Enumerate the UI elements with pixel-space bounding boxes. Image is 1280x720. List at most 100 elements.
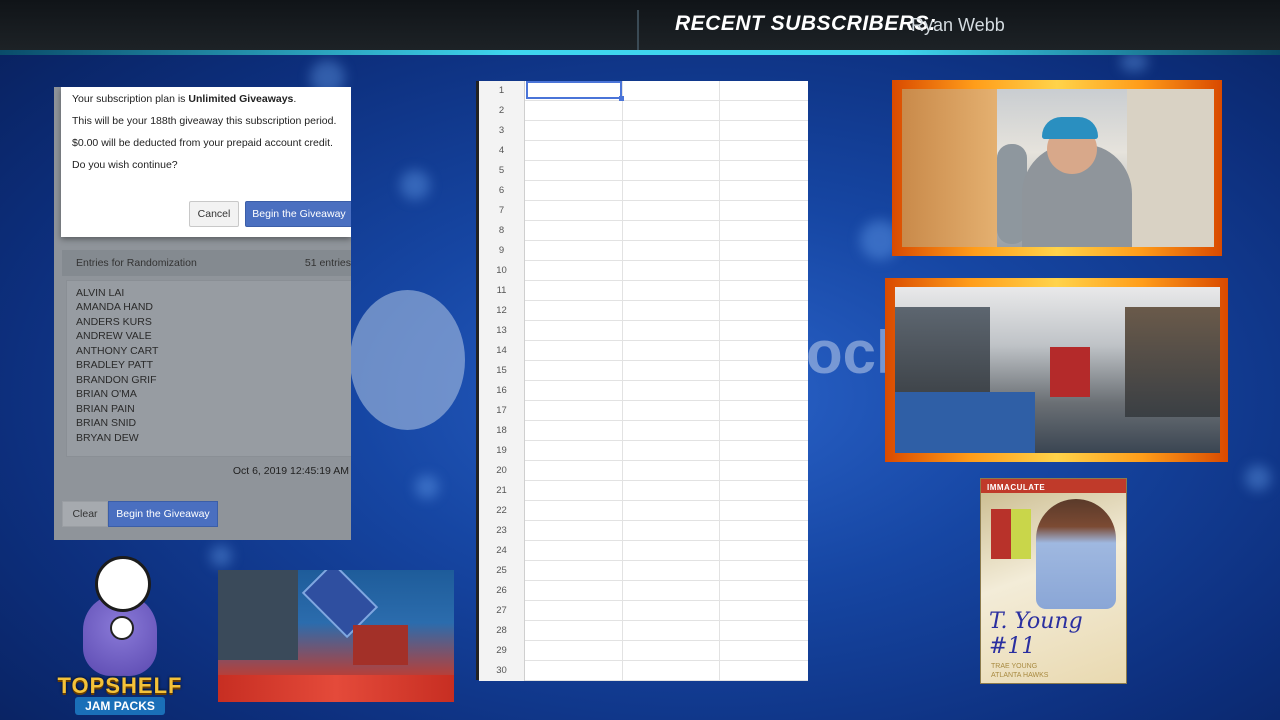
selected-cell[interactable]: [526, 81, 622, 99]
dialog-plan-line: Your subscription plan is Unlimited Give…: [72, 93, 297, 105]
sheet-row[interactable]: 21: [479, 481, 808, 501]
sheet-row[interactable]: 6: [479, 181, 808, 201]
watermark-text: ocl: [806, 319, 893, 386]
row-number[interactable]: 18: [479, 421, 525, 441]
row-number[interactable]: 5: [479, 161, 525, 181]
sheet-row[interactable]: 29: [479, 641, 808, 661]
row-number[interactable]: 13: [479, 321, 525, 341]
entries-list[interactable]: ALVIN LAI AMANDA HAND ANDERS KURS ANDREW…: [66, 280, 351, 457]
row-number[interactable]: 11: [479, 281, 525, 301]
begin-giveaway-button[interactable]: Begin the Giveaway: [108, 501, 218, 527]
entries-count: 51 entries: [304, 257, 351, 269]
player-image: [1036, 499, 1116, 609]
sheet-row[interactable]: 20: [479, 461, 808, 481]
sheet-row[interactable]: 7: [479, 201, 808, 221]
row-number[interactable]: 27: [479, 601, 525, 621]
row-number[interactable]: 23: [479, 521, 525, 541]
logo-subtitle: JAM PACKS: [75, 697, 165, 715]
row-number[interactable]: 26: [479, 581, 525, 601]
row-number[interactable]: 17: [479, 401, 525, 421]
row-number[interactable]: 7: [479, 201, 525, 221]
top-bar: [0, 0, 1280, 50]
watermark-logo-icon: [350, 290, 465, 430]
sheet-row[interactable]: 8: [479, 221, 808, 241]
row-number[interactable]: 30: [479, 661, 525, 681]
sheet-row[interactable]: 25: [479, 561, 808, 581]
sheet-row[interactable]: 30: [479, 661, 808, 681]
sheet-row[interactable]: 26: [479, 581, 808, 601]
webcam-store: [895, 287, 1220, 453]
sheet-row[interactable]: 11: [479, 281, 808, 301]
sheet-row[interactable]: 5: [479, 161, 808, 181]
row-number[interactable]: 20: [479, 461, 525, 481]
confirm-dialog: Your subscription plan is Unlimited Give…: [61, 87, 351, 237]
row-number[interactable]: 21: [479, 481, 525, 501]
logo-brand: TOPSHELF: [57, 673, 183, 698]
randomizer-panel: Your subscription plan is Unlimited Give…: [54, 87, 351, 540]
row-number[interactable]: 29: [479, 641, 525, 661]
row-number[interactable]: 16: [479, 381, 525, 401]
store-counter: [895, 392, 1035, 453]
row-number[interactable]: 10: [479, 261, 525, 281]
bokeh-light: [1245, 465, 1271, 491]
card-brand: IMMACULATE: [987, 483, 1046, 492]
sheet-row[interactable]: 15: [479, 361, 808, 381]
bokeh-light: [400, 170, 430, 200]
sheet-row[interactable]: 27: [479, 601, 808, 621]
sheet-row[interactable]: 17: [479, 401, 808, 421]
dialog-begin-giveaway-button[interactable]: Begin the Giveaway: [245, 201, 351, 227]
row-number[interactable]: 4: [479, 141, 525, 161]
back-wall: [1127, 89, 1214, 247]
sheet-row[interactable]: 9: [479, 241, 808, 261]
row-number[interactable]: 22: [479, 501, 525, 521]
sheet-row[interactable]: 23: [479, 521, 808, 541]
row-number[interactable]: 1: [479, 81, 525, 101]
sheet-row[interactable]: 22: [479, 501, 808, 521]
recent-subscriber-name: Ryan Webb: [911, 15, 1005, 35]
row-number[interactable]: 9: [479, 241, 525, 261]
spreadsheet[interactable]: 1 2 3 4 5 6 7 8 9 10 11 12 13 14 15 16 17 18 19 20 21 22 23 24 2…: [476, 81, 808, 681]
desk-mat: [218, 675, 454, 702]
dialog-credit-line: $0.00 will be deducted from your prepaid…: [72, 137, 333, 149]
sheet-row[interactable]: 3: [479, 121, 808, 141]
row-number[interactable]: 24: [479, 541, 525, 561]
sheet-row[interactable]: 4: [479, 141, 808, 161]
desk-person: [218, 570, 298, 660]
webcam-host: [902, 89, 1214, 247]
list-item: AMANDA HAND: [76, 301, 154, 313]
list-item: ANDERS KURS: [76, 316, 152, 328]
dialog-question: Do you wish continue?: [72, 159, 178, 171]
recent-subscribers-title: RECENT SUBSCRIBERS:: [675, 12, 937, 35]
top-bar-accent-line: [0, 50, 1280, 55]
sheet-row[interactable]: 18: [479, 421, 808, 441]
row-number[interactable]: 8: [479, 221, 525, 241]
row-number[interactable]: 19: [479, 441, 525, 461]
sheet-row[interactable]: 12: [479, 301, 808, 321]
sheet-row[interactable]: 14: [479, 341, 808, 361]
entries-title: Entries for Randomization: [76, 257, 197, 269]
row-number[interactable]: 14: [479, 341, 525, 361]
sheet-row[interactable]: 28: [479, 621, 808, 641]
sheet-row[interactable]: 24: [479, 541, 808, 561]
row-number[interactable]: 25: [479, 561, 525, 581]
sheet-row[interactable]: 13: [479, 321, 808, 341]
row-number[interactable]: 28: [479, 621, 525, 641]
fill-handle[interactable]: [619, 96, 624, 101]
row-number[interactable]: 12: [479, 301, 525, 321]
sheet-row[interactable]: 2: [479, 101, 808, 121]
webcam-desk: [218, 570, 454, 702]
cancel-button[interactable]: Cancel: [189, 201, 239, 227]
sheet-row[interactable]: 16: [479, 381, 808, 401]
clear-button[interactable]: Clear: [62, 501, 108, 527]
eye-icon: [110, 616, 134, 640]
row-number[interactable]: 2: [479, 101, 525, 121]
list-item: ANDREW VALE: [76, 330, 152, 342]
plan-name: Unlimited Giveaways: [188, 93, 294, 105]
sheet-row[interactable]: 10: [479, 261, 808, 281]
cap-icon: [1042, 117, 1098, 139]
jersey-patch: [991, 509, 1031, 559]
sheet-row[interactable]: 19: [479, 441, 808, 461]
row-number[interactable]: 3: [479, 121, 525, 141]
row-number[interactable]: 6: [479, 181, 525, 201]
row-number[interactable]: 15: [479, 361, 525, 381]
